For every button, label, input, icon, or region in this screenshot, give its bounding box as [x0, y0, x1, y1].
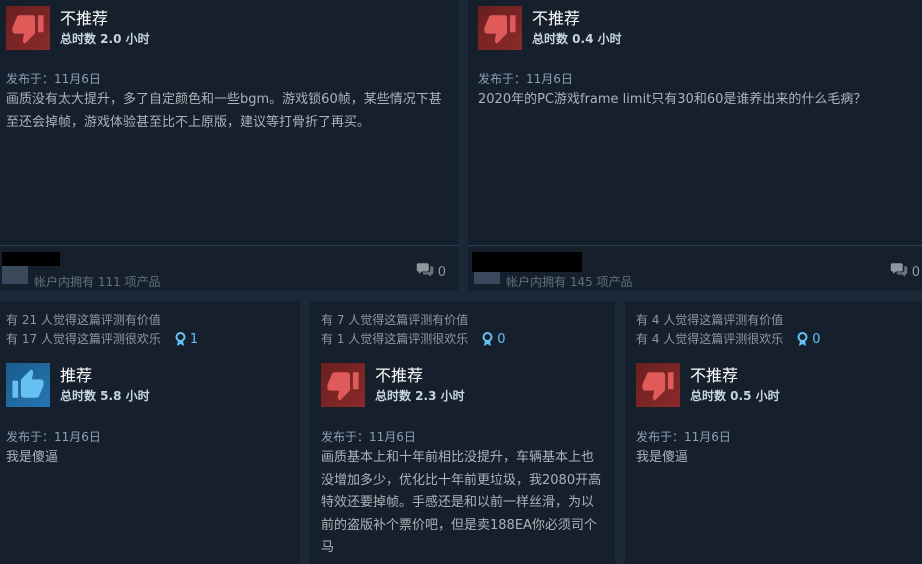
- review-body: 我是傻逼: [636, 450, 689, 465]
- review-header: 不推荐 总时数 2.3 小时: [321, 363, 465, 407]
- thumbs-down-icon[interactable]: [478, 6, 522, 50]
- award-count: 0: [497, 332, 506, 347]
- review-posted-date: 发布于：11月6日: [6, 430, 101, 444]
- funny-count: 有 17 人觉得这篇评测很欢乐: [6, 332, 161, 346]
- review-header: 推荐 总时数 5.8 小时: [6, 363, 150, 407]
- review-card-5: 有 4 人觉得这篇评测有价值 有 4 人觉得这篇评测很欢乐 0 不推荐 总时数 …: [625, 301, 922, 564]
- review-card-3: 有 21 人觉得这篇评测有价值 有 17 人觉得这篇评测很欢乐 1 推荐 总时数…: [0, 301, 300, 564]
- review-footer: 帐户内拥有 111 项产品 0: [0, 245, 458, 291]
- review-verdict: 不推荐: [690, 366, 739, 385]
- thumbs-down-icon[interactable]: [6, 6, 50, 50]
- thumbs-up-icon[interactable]: [6, 363, 50, 407]
- comments-number: 0: [437, 264, 446, 280]
- thumbs-down-icon[interactable]: [321, 363, 365, 407]
- award-badge[interactable]: 1: [175, 330, 198, 349]
- review-posted-date: 发布于：11月6日: [478, 72, 573, 86]
- review-hours: 总时数 5.8 小时: [60, 389, 150, 403]
- comments-count[interactable]: 0: [890, 262, 920, 282]
- comment-bubble-icon: [890, 262, 908, 282]
- award-badge[interactable]: 0: [797, 330, 821, 349]
- review-hours: 总时数 2.0 小时: [60, 32, 150, 46]
- review-header: 不推荐 总时数 0.5 小时: [636, 363, 780, 407]
- review-verdict: 不推荐: [375, 366, 424, 385]
- review-helpfulness: 有 4 人觉得这篇评测有价值 有 4 人觉得这篇评测很欢乐 0: [636, 311, 821, 349]
- review-posted-date: 发布于：11月6日: [6, 72, 101, 86]
- helpful-count: 有 21 人觉得这篇评测有价值: [6, 313, 161, 327]
- comment-bubble-icon: [416, 262, 434, 282]
- award-ribbon-icon: [482, 332, 493, 347]
- review-footer: 帐户内拥有 145 项产品 0: [468, 245, 922, 291]
- funny-count: 有 4 人觉得这篇评测很欢乐: [636, 332, 784, 346]
- review-header: 不推荐 总时数 0.4 小时: [478, 6, 622, 50]
- award-ribbon-icon: [175, 332, 186, 347]
- review-body: 我是傻逼: [6, 450, 59, 465]
- review-card-2: 不推荐 总时数 0.4 小时 发布于：11月6日 2020年的PC游戏frame…: [468, 0, 922, 291]
- review-helpfulness: 有 7 人觉得这篇评测有价值 有 1 人觉得这篇评测很欢乐 0: [321, 311, 506, 349]
- funny-count: 有 1 人觉得这篇评测很欢乐: [321, 332, 469, 346]
- helpful-count: 有 4 人觉得这篇评测有价值: [636, 313, 784, 327]
- products-owned: 帐户内拥有 111 项产品: [34, 275, 161, 289]
- award-ribbon-icon: [797, 332, 808, 347]
- review-verdict: 不推荐: [532, 9, 581, 28]
- award-badge[interactable]: 0: [482, 330, 506, 349]
- award-count: 0: [812, 332, 821, 347]
- review-verdict: 不推荐: [60, 9, 109, 28]
- review-hours: 总时数 0.5 小时: [690, 389, 780, 403]
- redacted-username: [472, 252, 582, 272]
- helpful-count: 有 7 人觉得这篇评测有价值: [321, 313, 469, 327]
- review-card-1: 不推荐 总时数 2.0 小时 发布于：11月6日 画质没有太大提升，多了自定颜色…: [0, 0, 458, 291]
- review-hours: 总时数 0.4 小时: [532, 32, 622, 46]
- review-card-4: 有 7 人觉得这篇评测有价值 有 1 人觉得这篇评测很欢乐 0 不推荐 总时数 …: [310, 301, 615, 564]
- review-posted-date: 发布于：11月6日: [636, 430, 731, 444]
- review-body: 2020年的PC游戏frame limit只有30和60是谁养出来的什么毛病？: [478, 92, 867, 107]
- review-body: 画质没有太大提升，多了自定颜色和一些bgm。游戏锁60帧，某些情况下甚至还会掉帧…: [6, 92, 442, 130]
- comments-number: 0: [911, 264, 920, 280]
- thumbs-down-icon[interactable]: [636, 363, 680, 407]
- review-hours: 总时数 2.3 小时: [375, 389, 465, 403]
- review-body: 画质基本上和十年前相比没提升，车辆基本上也没增加多少，优化比十年前更垃圾，我20…: [321, 450, 602, 555]
- review-posted-date: 发布于：11月6日: [321, 430, 416, 444]
- award-count: 1: [189, 332, 199, 347]
- comments-count[interactable]: 0: [416, 262, 446, 282]
- review-verdict: 推荐: [60, 366, 93, 385]
- review-helpfulness: 有 21 人觉得这篇评测有价值 有 17 人觉得这篇评测很欢乐 1: [6, 311, 198, 349]
- redacted-username: [2, 252, 60, 266]
- review-header: 不推荐 总时数 2.0 小时: [6, 6, 150, 50]
- avatar[interactable]: [2, 264, 28, 284]
- products-owned: 帐户内拥有 145 项产品: [506, 275, 633, 289]
